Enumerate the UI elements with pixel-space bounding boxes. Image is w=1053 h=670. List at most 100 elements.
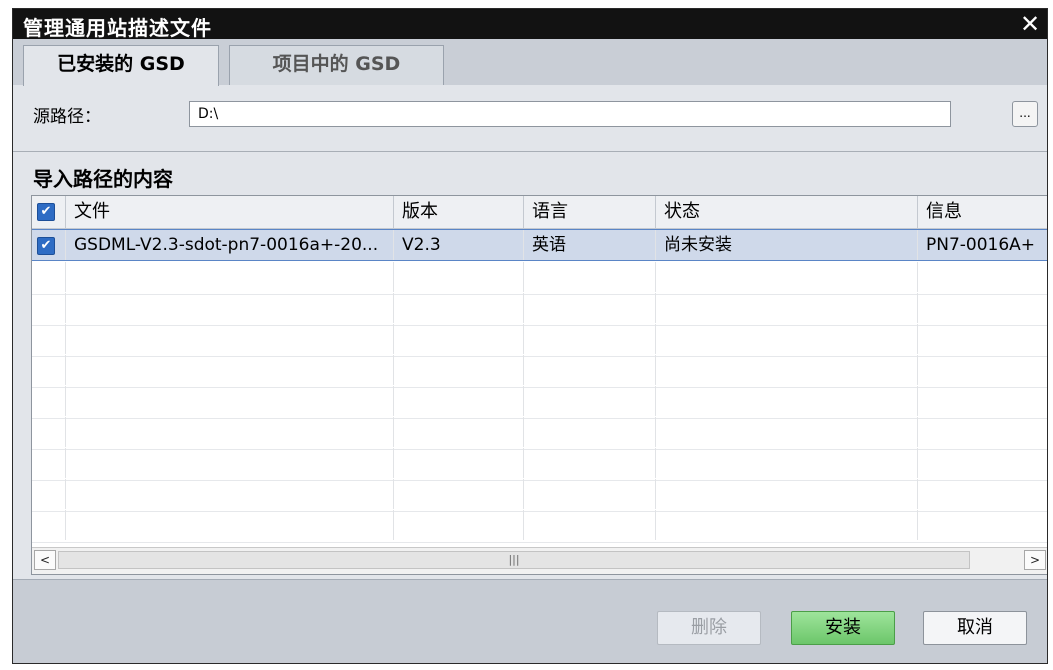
empty-table-row xyxy=(32,448,1047,481)
table-row[interactable]: ✔ GSDML-V2.3-sdot-pn7-0016a+-20... V2.3 … xyxy=(32,229,1047,261)
cell-status: 尚未安装 xyxy=(656,230,918,260)
empty-table-row xyxy=(32,262,1047,295)
empty-cell xyxy=(656,293,918,323)
empty-table-row xyxy=(32,355,1047,388)
empty-cell xyxy=(524,417,656,447)
empty-cell xyxy=(394,355,524,385)
empty-cell xyxy=(32,355,66,385)
dialog-title: 管理通用站描述文件 xyxy=(23,16,212,40)
column-header-file[interactable]: 文件 xyxy=(66,196,394,228)
empty-cell xyxy=(918,386,1047,416)
empty-cell xyxy=(524,448,656,478)
header-checkbox-cell: ✔ xyxy=(32,196,66,228)
source-path-row: 源路径： ... xyxy=(13,85,1047,149)
empty-cell xyxy=(524,355,656,385)
empty-cell xyxy=(656,417,918,447)
install-button[interactable]: 安装 xyxy=(791,611,895,645)
empty-cell xyxy=(656,510,918,540)
empty-cell xyxy=(918,510,1047,540)
empty-cell xyxy=(32,262,66,292)
empty-cell xyxy=(394,262,524,292)
empty-cell xyxy=(918,293,1047,323)
empty-cell xyxy=(394,479,524,509)
empty-cell xyxy=(66,262,394,292)
cell-language: 英语 xyxy=(524,230,656,260)
empty-table-row xyxy=(32,324,1047,357)
empty-cell xyxy=(524,262,656,292)
empty-cell xyxy=(394,510,524,540)
column-header-info[interactable]: 信息 xyxy=(918,196,1047,228)
cell-info: PN7-0016A+ xyxy=(918,230,1047,260)
section-title: 导入路径的内容 xyxy=(33,167,173,191)
gsd-file-table: ✔ 文件 版本 语言 状态 信息 ✔ GSDML-V2.3-sdot-pn7-0… xyxy=(31,195,1047,575)
empty-cell xyxy=(656,262,918,292)
cell-version: V2.3 xyxy=(394,230,524,260)
empty-cell xyxy=(918,417,1047,447)
empty-cell xyxy=(524,386,656,416)
empty-cell xyxy=(66,293,394,323)
empty-cell xyxy=(66,479,394,509)
empty-cell xyxy=(918,324,1047,354)
empty-cell xyxy=(524,324,656,354)
empty-cell xyxy=(656,448,918,478)
empty-cell xyxy=(66,355,394,385)
empty-cell xyxy=(656,386,918,416)
empty-cell xyxy=(66,510,394,540)
empty-table-row xyxy=(32,293,1047,326)
empty-cell xyxy=(66,448,394,478)
empty-cell xyxy=(32,448,66,478)
scroll-right-icon[interactable]: > xyxy=(1024,550,1046,570)
row-checkbox[interactable]: ✔ xyxy=(37,237,55,255)
empty-cell xyxy=(524,293,656,323)
empty-cell xyxy=(394,293,524,323)
empty-cell xyxy=(32,510,66,540)
empty-cell xyxy=(524,510,656,540)
tab-installed-gsd[interactable]: 已安装的 GSD xyxy=(23,45,219,86)
divider xyxy=(13,151,1047,152)
button-bar: 删除 安装 取消 xyxy=(13,579,1047,663)
empty-table-row xyxy=(32,510,1047,543)
empty-table-row xyxy=(32,417,1047,450)
scroll-left-icon[interactable]: < xyxy=(34,550,56,570)
source-path-input[interactable] xyxy=(189,101,951,127)
empty-table-row xyxy=(32,479,1047,512)
empty-cell xyxy=(32,479,66,509)
empty-cell xyxy=(394,448,524,478)
cancel-button[interactable]: 取消 xyxy=(923,611,1027,645)
empty-cell xyxy=(918,479,1047,509)
empty-table-row xyxy=(32,386,1047,419)
empty-cell xyxy=(32,417,66,447)
empty-cell xyxy=(32,386,66,416)
empty-cell xyxy=(394,324,524,354)
empty-cell xyxy=(524,479,656,509)
table-header: ✔ 文件 版本 语言 状态 信息 xyxy=(32,196,1047,229)
gsd-dialog: 管理通用站描述文件 ✕ 已安装的 GSD 项目中的 GSD 源路径： ... 导… xyxy=(12,8,1048,664)
empty-cell xyxy=(656,479,918,509)
column-header-version[interactable]: 版本 xyxy=(394,196,524,228)
empty-cell xyxy=(656,355,918,385)
browse-button[interactable]: ... xyxy=(1012,101,1038,127)
empty-cell xyxy=(32,324,66,354)
empty-cell xyxy=(394,417,524,447)
close-icon[interactable]: ✕ xyxy=(1017,11,1043,37)
delete-button[interactable]: 删除 xyxy=(657,611,761,645)
empty-cell xyxy=(918,262,1047,292)
tab-project-gsd[interactable]: 项目中的 GSD xyxy=(229,45,444,85)
empty-cell xyxy=(66,324,394,354)
cell-file: GSDML-V2.3-sdot-pn7-0016a+-20... xyxy=(66,230,394,260)
column-header-language[interactable]: 语言 xyxy=(524,196,656,228)
horizontal-scrollbar[interactable]: < ||| > xyxy=(32,547,1047,574)
select-all-checkbox[interactable]: ✔ xyxy=(37,203,55,221)
title-bar: 管理通用站描述文件 ✕ xyxy=(13,9,1047,40)
source-path-label: 源路径： xyxy=(33,107,101,127)
empty-cell xyxy=(394,386,524,416)
empty-cell xyxy=(918,355,1047,385)
empty-cell xyxy=(656,324,918,354)
column-header-status[interactable]: 状态 xyxy=(656,196,918,228)
empty-cell xyxy=(32,293,66,323)
tab-bar: 已安装的 GSD 项目中的 GSD xyxy=(13,39,1047,86)
scrollbar-thumb[interactable]: ||| xyxy=(58,551,970,569)
empty-cell xyxy=(918,448,1047,478)
empty-cell xyxy=(66,386,394,416)
empty-cell xyxy=(66,417,394,447)
